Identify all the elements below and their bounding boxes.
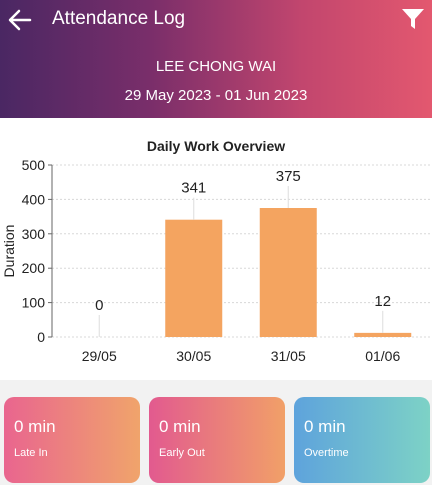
early-out-card[interactable]: 0 min Early Out xyxy=(149,397,285,483)
x-tick-label: 01/06 xyxy=(365,348,400,364)
early-out-value: 0 min xyxy=(159,417,201,436)
bar-31-05 xyxy=(259,208,317,337)
late-in-label: Late In xyxy=(14,447,48,459)
app-header: Attendance Log LEE CHONG WAI 29 May 2023… xyxy=(0,0,432,118)
x-tick-label: 31/05 xyxy=(271,348,306,364)
employee-name: LEE CHONG WAI xyxy=(155,58,277,75)
data-label: 375 xyxy=(276,168,301,185)
bar-01-06 xyxy=(354,332,412,337)
filter-button[interactable] xyxy=(400,6,426,32)
back-button[interactable] xyxy=(6,6,34,34)
data-label: 0 xyxy=(95,297,103,314)
x-tick-label: 30/05 xyxy=(176,348,211,364)
daily-work-chart: Daily Work Overview 0 100 200 300 400 500 Dura… xyxy=(0,118,432,380)
page-title: Attendance Log xyxy=(52,8,186,29)
bar-30-05 xyxy=(165,219,223,337)
y-axis-label: Duration xyxy=(1,225,17,278)
filter-icon xyxy=(402,9,424,29)
overtime-value: 0 min xyxy=(304,417,346,436)
late-in-card[interactable]: 0 min Late In xyxy=(4,397,140,483)
data-label: 341 xyxy=(181,180,206,197)
late-in-value: 0 min xyxy=(14,417,56,436)
y-tick-label: 500 xyxy=(22,157,46,173)
early-out-label: Early Out xyxy=(159,447,205,459)
date-range: 29 May 2023 - 01 Jun 2023 xyxy=(124,87,308,104)
y-tick-label: 400 xyxy=(22,191,46,207)
y-tick-label: 0 xyxy=(37,329,45,345)
data-label: 12 xyxy=(374,293,391,310)
bar-chart: 0 100 200 300 400 500 Duration 0 29/05 341 30/05 37… xyxy=(1,157,430,364)
overtime-label: Overtime xyxy=(304,447,349,459)
y-tick-label: 200 xyxy=(22,260,46,276)
y-tick-label: 300 xyxy=(22,226,46,242)
overtime-card[interactable]: 0 min Overtime xyxy=(294,397,430,483)
y-tick-label: 100 xyxy=(22,295,46,311)
x-tick-label: 29/05 xyxy=(82,348,117,364)
arrow-left-icon xyxy=(8,9,32,31)
